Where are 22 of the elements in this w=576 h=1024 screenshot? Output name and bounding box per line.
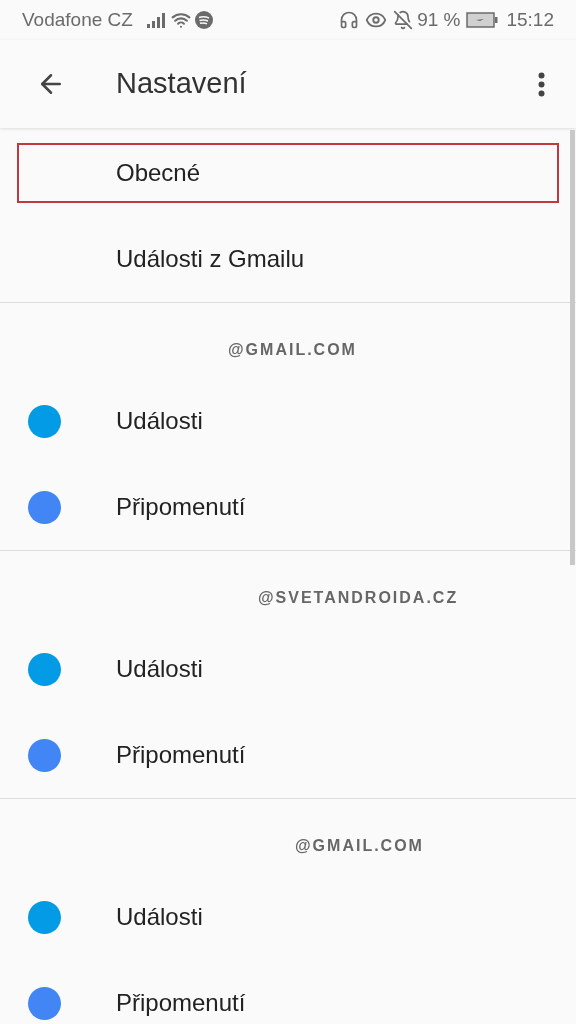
calendar-item[interactable]: Události: [116, 651, 203, 687]
calendar-item[interactable]: Události: [116, 403, 203, 439]
calendar-item[interactable]: Připomenutí: [116, 737, 246, 773]
clock: 15:12: [506, 7, 554, 32]
settings-item[interactable]: Obecné: [17, 143, 559, 203]
account-header: @SVETANDROIDA.CZ: [258, 588, 459, 608]
account-header: @GMAIL.COM: [228, 340, 357, 360]
battery-percent: 91 %: [417, 7, 461, 32]
calendar-item[interactable]: Připomenutí: [116, 489, 246, 525]
signal-icon: [146, 12, 167, 28]
music-app-icon: [194, 11, 213, 29]
carrier-name: Vodafone CZ: [22, 7, 133, 32]
page-title: Nastavení: [116, 66, 247, 102]
calendar-item[interactable]: Události: [116, 899, 203, 935]
headphones-icon: [339, 10, 360, 30]
more-vertical-icon: [537, 71, 545, 97]
settings-item[interactable]: Události z Gmailu: [0, 216, 576, 302]
battery-icon: [466, 12, 499, 28]
wifi-icon: [170, 10, 191, 30]
bell-off-icon: [393, 10, 414, 30]
calendar-item[interactable]: Připomenutí: [116, 985, 246, 1021]
account-header: @GMAIL.COM: [295, 836, 424, 856]
